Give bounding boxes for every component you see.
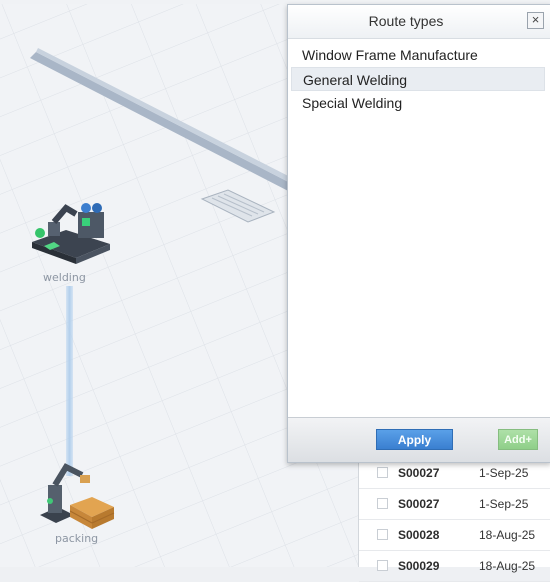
- order-date: 18-Aug-25: [479, 528, 536, 542]
- order-id: S00029: [398, 559, 440, 573]
- order-id: S00027: [398, 497, 440, 511]
- order-id: S00027: [398, 466, 440, 480]
- route-type-item[interactable]: Window Frame Manufacture: [291, 43, 545, 67]
- route-types-dialog: Route types × Window Frame Manufacture G…: [287, 4, 550, 463]
- welding-node[interactable]: [26, 200, 116, 270]
- order-date: 18-Aug-25: [479, 559, 536, 573]
- route-connector: [66, 286, 73, 476]
- table-row[interactable]: S00028 18-Aug-25: [359, 520, 550, 551]
- packing-robot-icon: [40, 463, 115, 529]
- dialog-footer: Apply Add+: [288, 417, 550, 462]
- route-type-item-selected[interactable]: General Welding: [291, 67, 545, 91]
- apply-button[interactable]: Apply: [376, 429, 453, 450]
- order-id: S00028: [398, 528, 440, 542]
- row-checkbox[interactable]: [377, 529, 388, 540]
- row-checkbox[interactable]: [377, 560, 388, 571]
- close-icon[interactable]: ×: [527, 12, 544, 29]
- dialog-titlebar[interactable]: Route types ×: [288, 5, 550, 39]
- table-row[interactable]: S00027 1-Sep-25: [359, 489, 550, 520]
- welding-robot-icon: [32, 203, 110, 264]
- dialog-title: Route types: [368, 13, 444, 29]
- order-date: 1-Sep-25: [479, 466, 529, 480]
- welding-node-label: welding: [43, 271, 86, 284]
- orders-table: S00027 1-Sep-25 S00027 1-Sep-25 S00028 1…: [358, 458, 550, 582]
- packing-node[interactable]: [38, 461, 118, 533]
- route-type-list: Window Frame Manufacture General Welding…: [291, 43, 545, 115]
- order-date: 1-Sep-25: [479, 497, 529, 511]
- packing-node-label: packing: [55, 532, 99, 545]
- row-checkbox[interactable]: [377, 467, 388, 478]
- add-button[interactable]: Add+: [498, 429, 538, 450]
- route-type-item[interactable]: Special Welding: [291, 91, 545, 115]
- row-checkbox[interactable]: [377, 498, 388, 509]
